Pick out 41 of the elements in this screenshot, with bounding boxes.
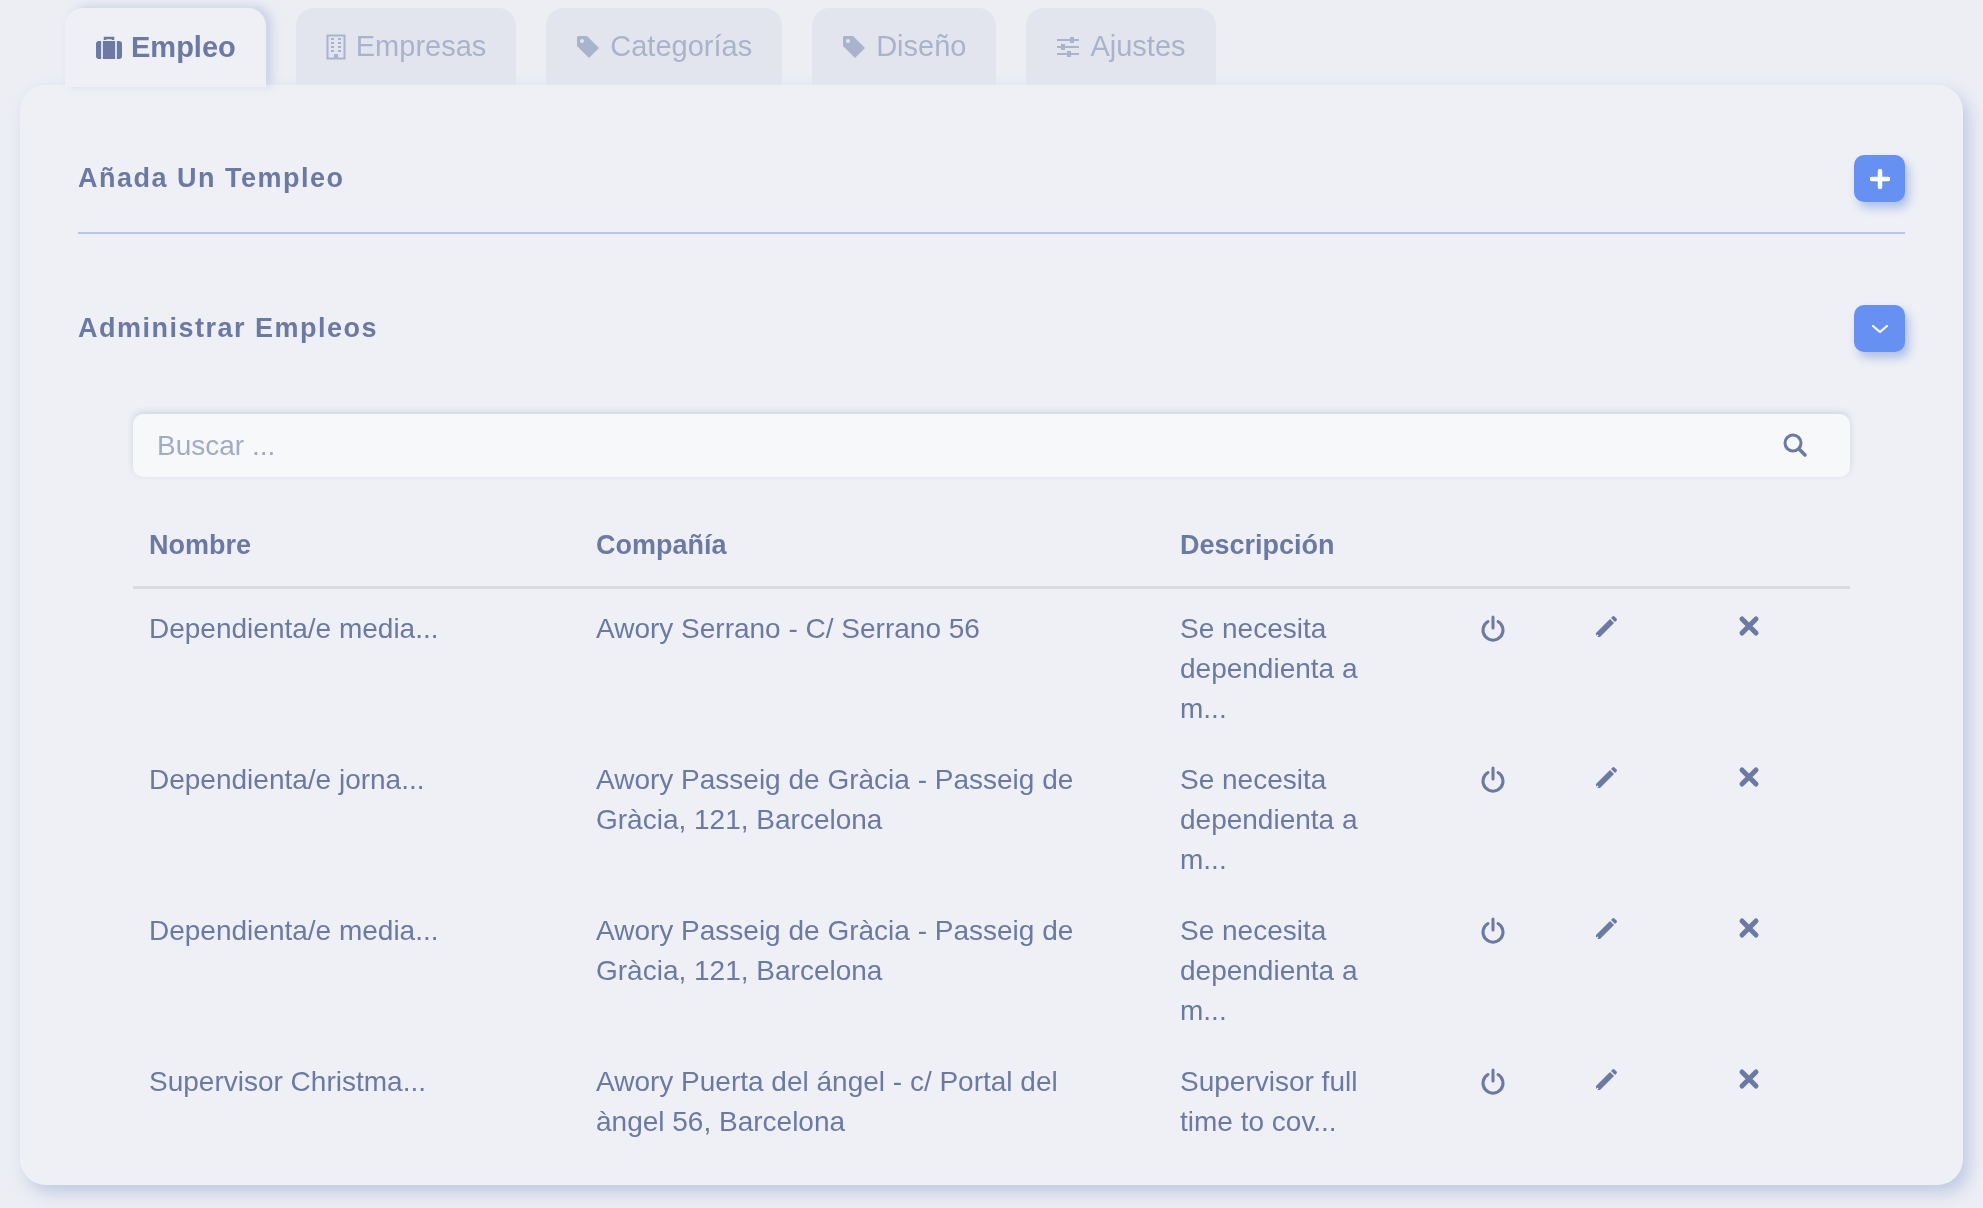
delete-icon[interactable] (1738, 916, 1760, 939)
table-cell: Supervisor Christma... (149, 1065, 426, 1097)
table-cell: Se necesita dependienta a m... (1180, 612, 1358, 724)
table-cell: Awory Puerta del ángel - c/ Portal del àngel 56, Barcelona (596, 1065, 1058, 1137)
table-cell: Awory Passeig de Gràcia - Passeig de Gràcia, 121, Barcelona (596, 763, 1074, 835)
plus-icon (1869, 168, 1890, 189)
chevron-down-icon (1870, 323, 1889, 334)
briefcase-icon (95, 35, 123, 60)
add-button[interactable] (1854, 155, 1905, 202)
tab[interactable]: Categorías (546, 8, 783, 85)
tab[interactable]: Diseño (812, 8, 997, 85)
building-icon (325, 33, 346, 60)
column-header: Compañía (596, 530, 727, 560)
power-icon[interactable] (1480, 614, 1506, 643)
section-title: Administrar Empleos (78, 312, 379, 346)
tab[interactable]: Empleo (65, 8, 266, 87)
power-icon[interactable] (1480, 765, 1506, 794)
table-cell: Se necesita dependienta a m... (1180, 914, 1358, 1026)
table-cell: Dependienta/e media... (149, 914, 439, 946)
table-cell: Dependienta/e media... (149, 612, 439, 644)
delete-icon[interactable] (1738, 1067, 1760, 1090)
column-header: Descripción (1180, 530, 1335, 560)
search-icon (1782, 432, 1808, 458)
section-title: Añada Un Templeo (78, 162, 345, 196)
search-field[interactable]: Buscar ... (133, 414, 1850, 477)
table-cell: Supervisor full time to cov... (1180, 1065, 1358, 1137)
power-icon[interactable] (1480, 1067, 1506, 1096)
table-cell: Dependienta/e jorna... (149, 763, 425, 795)
tag-icon (576, 34, 601, 59)
table-cell: Se necesita dependienta a m... (1180, 763, 1358, 875)
power-icon[interactable] (1480, 916, 1506, 945)
collapse-button[interactable] (1854, 305, 1905, 352)
tag-icon (842, 34, 867, 59)
delete-icon[interactable] (1738, 614, 1760, 637)
tab[interactable]: Ajustes (1026, 8, 1216, 85)
tab[interactable]: Empresas (295, 8, 517, 85)
table-cell: Awory Serrano - C/ Serrano 56 (596, 612, 980, 644)
column-header: Nombre (149, 530, 251, 560)
sliders-icon (1056, 35, 1081, 58)
delete-icon[interactable] (1738, 765, 1760, 788)
table-cell: Awory Passeig de Gràcia - Passeig de Gràcia, 121, Barcelona (596, 914, 1074, 986)
